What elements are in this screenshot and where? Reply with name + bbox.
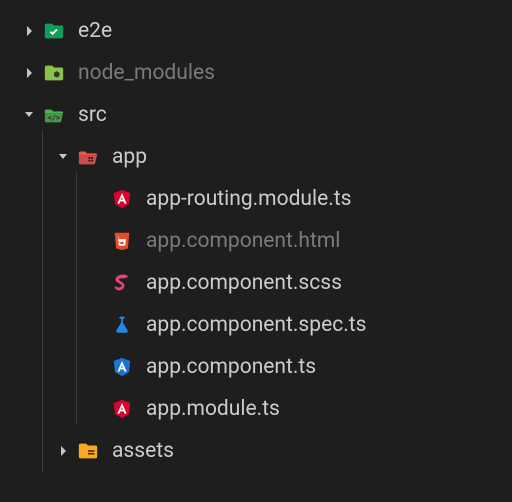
chevron-right-icon[interactable]	[50, 443, 76, 459]
folder-app-icon	[76, 146, 100, 168]
chevron-right-icon[interactable]	[16, 23, 42, 39]
folder-assets-icon	[76, 440, 100, 462]
svg-text:</>: </>	[48, 114, 60, 122]
tree-item-label: app.component.spec.ts	[146, 313, 366, 337]
tree-item-label: app	[112, 145, 147, 169]
angular-icon	[110, 398, 134, 420]
tree-item-assets[interactable]: assets	[0, 430, 512, 472]
sass-icon	[110, 272, 134, 294]
chevron-down-icon[interactable]	[50, 149, 76, 165]
tree-item-src[interactable]: </> src	[0, 94, 512, 136]
tree-item-label: app.module.ts	[146, 397, 280, 421]
html5-icon	[110, 230, 134, 252]
file-explorer-tree: e2e node_modules </> srcapp app-routing.modu…	[0, 0, 512, 472]
tree-item-app-comp-html[interactable]: app.component.html	[0, 220, 512, 262]
folder-src-icon: </>	[42, 104, 66, 126]
tree-item-label: assets	[112, 439, 174, 463]
tree-item-label: app-routing.module.ts	[146, 187, 351, 211]
tree-item-label: node_modules	[78, 61, 215, 85]
folder-e2e-icon	[42, 20, 66, 42]
tree-item-label: app.component.ts	[146, 355, 316, 379]
tree-item-node_modules[interactable]: node_modules	[0, 52, 512, 94]
tree-item-e2e[interactable]: e2e	[0, 10, 512, 52]
tree-item-label: app.component.html	[146, 229, 340, 253]
tree-item-app-routing[interactable]: app-routing.module.ts	[0, 178, 512, 220]
tree-item-app-comp-ts[interactable]: app.component.ts	[0, 346, 512, 388]
tree-item-app-comp-scss[interactable]: app.component.scss	[0, 262, 512, 304]
tree-item-app[interactable]: app	[0, 136, 512, 178]
tree-item-app-module[interactable]: app.module.ts	[0, 388, 512, 430]
folder-node-icon	[42, 62, 66, 84]
test-flask-icon	[110, 314, 134, 336]
tree-item-label: src	[78, 103, 107, 127]
angular-icon	[110, 188, 134, 210]
angular-ts-icon	[110, 356, 134, 378]
tree-item-label: app.component.scss	[146, 271, 342, 295]
chevron-down-icon[interactable]	[16, 107, 42, 123]
tree-item-label: e2e	[78, 19, 112, 43]
chevron-right-icon[interactable]	[16, 65, 42, 81]
tree-item-app-comp-spec[interactable]: app.component.spec.ts	[0, 304, 512, 346]
